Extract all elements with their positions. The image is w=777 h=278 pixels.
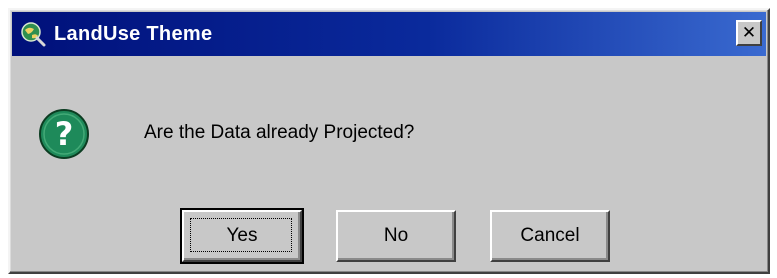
yes-button[interactable]: Yes [180, 208, 304, 264]
cancel-button[interactable]: Cancel [490, 210, 610, 262]
question-mark-glyph: ? [55, 115, 74, 153]
question-icon: ? [39, 109, 89, 159]
no-button[interactable]: No [336, 210, 456, 262]
arcview-globe-icon [21, 22, 46, 47]
focus-rectangle [190, 218, 292, 252]
cancel-button-label: Cancel [520, 225, 580, 246]
window-title: LandUse Theme [54, 22, 213, 45]
close-button[interactable]: ✕ [736, 20, 762, 46]
landuse-theme-dialog: LandUse Theme ✕ ? Are the Data already P… [8, 8, 770, 274]
no-button-label: No [383, 225, 409, 246]
dialog-message: Are the Data already Projected? [144, 122, 415, 143]
close-icon: ✕ [741, 22, 757, 43]
title-bar[interactable]: LandUse Theme ✕ [12, 12, 766, 56]
